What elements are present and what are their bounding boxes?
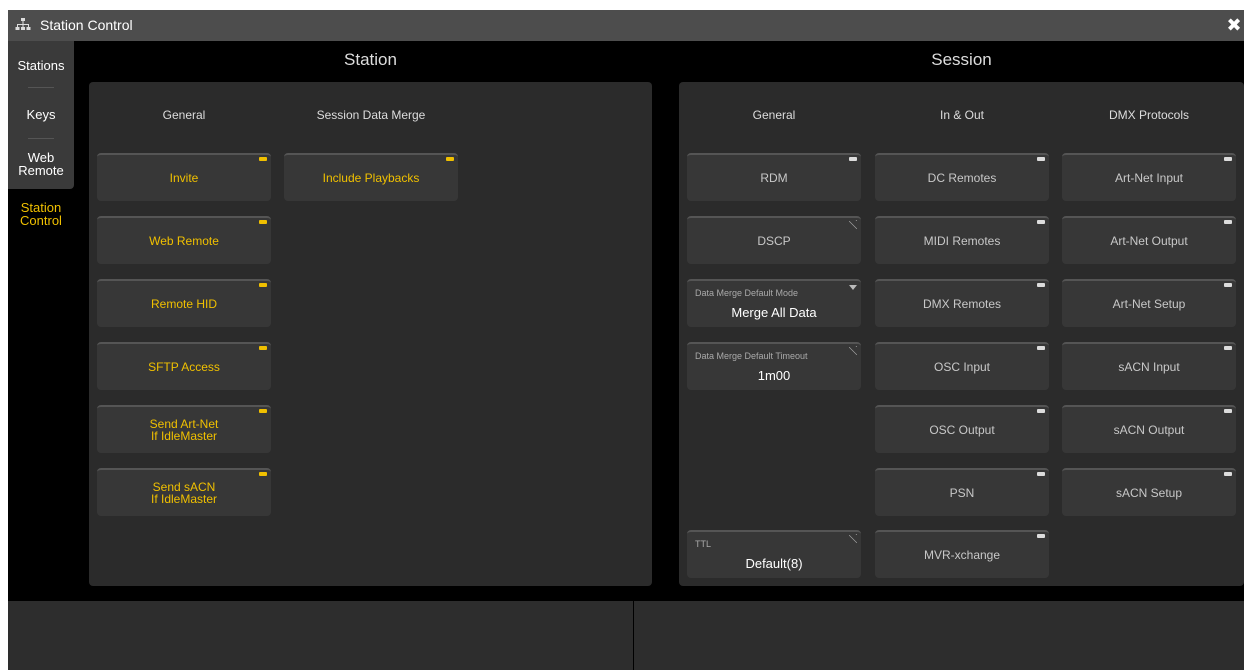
- toggle-led-icon: [1037, 220, 1045, 224]
- field-label: TTL: [695, 539, 712, 549]
- sidebar-divider: [28, 87, 54, 88]
- field-value: Default(8): [745, 556, 803, 571]
- edit-corner-icon: [849, 534, 857, 543]
- rdm-button[interactable]: RDM: [687, 153, 861, 201]
- dropdown-arrow-icon: [849, 285, 857, 290]
- toggle-led-icon: [1224, 346, 1232, 350]
- bottom-divider: [633, 601, 634, 670]
- toggle-led-icon: [259, 157, 267, 161]
- toggle-led-icon: [1037, 283, 1045, 287]
- artnet-setup-button[interactable]: Art-Net Setup: [1062, 279, 1236, 327]
- toggle-led-icon: [1224, 409, 1232, 413]
- edit-corner-icon: [849, 346, 857, 355]
- midi-remotes-button[interactable]: MIDI Remotes: [875, 216, 1049, 264]
- dc-remotes-button[interactable]: DC Remotes: [875, 153, 1049, 201]
- field-value: 1m00: [757, 368, 791, 383]
- toggle-led-icon: [1224, 157, 1232, 161]
- session-data-merge-header: Session Data Merge: [316, 108, 426, 122]
- toggle-led-icon: [259, 409, 267, 413]
- station-control-window: Station Control ✖ Stations Keys Web Remo…: [8, 10, 1244, 670]
- toggle-led-icon: [1224, 283, 1232, 287]
- artnet-input-button[interactable]: Art-Net Input: [1062, 153, 1236, 201]
- send-sacn-idlemaster-button[interactable]: Send sACN If IdleMaster: [97, 468, 271, 516]
- include-playbacks-button[interactable]: Include Playbacks: [284, 153, 458, 201]
- toggle-led-icon: [1224, 472, 1232, 476]
- sidebar: Stations Keys Web Remote Station Control: [8, 41, 74, 601]
- toggle-led-icon: [1037, 157, 1045, 161]
- toggle-led-icon: [259, 283, 267, 287]
- sidebar-item-web-remote[interactable]: Web Remote: [8, 139, 74, 189]
- close-button[interactable]: ✖: [1224, 10, 1244, 41]
- ttl-field[interactable]: TTL Default(8): [687, 530, 861, 578]
- window-title: Station Control: [40, 17, 133, 33]
- station-panel: General Session Data Merge Invite Web Re…: [89, 82, 652, 586]
- bottom-panel: [8, 601, 1244, 670]
- field-label: Data Merge Default Mode: [695, 288, 799, 298]
- in-out-header: In & Out: [939, 108, 985, 122]
- dmx-remotes-button[interactable]: DMX Remotes: [875, 279, 1049, 327]
- data-merge-default-mode-select[interactable]: Data Merge Default Mode Merge All Data: [687, 279, 861, 327]
- sidebar-item-keys[interactable]: Keys: [8, 90, 74, 139]
- artnet-output-button[interactable]: Art-Net Output: [1062, 216, 1236, 264]
- network-icon: [15, 18, 31, 30]
- session-panel: General In & Out DMX Protocols RDM DSCP …: [679, 82, 1244, 586]
- osc-output-button[interactable]: OSC Output: [875, 405, 1049, 453]
- send-artnet-idlemaster-button[interactable]: Send Art-Net If IdleMaster: [97, 405, 271, 453]
- mvr-xchange-button[interactable]: MVR-xchange: [875, 530, 1049, 578]
- osc-input-button[interactable]: OSC Input: [875, 342, 1049, 390]
- sidebar-item-stations[interactable]: Stations: [8, 41, 74, 90]
- remote-hid-button[interactable]: Remote HID: [97, 279, 271, 327]
- toggle-led-icon: [1037, 534, 1045, 538]
- toggle-led-icon: [259, 220, 267, 224]
- station-heading: Station: [344, 50, 397, 69]
- invite-button[interactable]: Invite: [97, 153, 271, 201]
- session-heading: Session: [931, 50, 992, 69]
- sftp-access-button[interactable]: SFTP Access: [97, 342, 271, 390]
- toggle-led-icon: [259, 472, 267, 476]
- sacn-output-button[interactable]: sACN Output: [1062, 405, 1236, 453]
- sidebar-item-station-control[interactable]: Station Control: [8, 199, 74, 229]
- edit-corner-icon: [849, 220, 857, 229]
- sacn-setup-button[interactable]: sACN Setup: [1062, 468, 1236, 516]
- toggle-led-icon: [1037, 409, 1045, 413]
- psn-button[interactable]: PSN: [875, 468, 1049, 516]
- toggle-led-icon: [1037, 472, 1045, 476]
- dmx-protocols-header: DMX Protocols: [1108, 108, 1190, 122]
- field-label: Data Merge Default Timeout: [695, 351, 808, 361]
- data-merge-default-timeout-field[interactable]: Data Merge Default Timeout 1m00: [687, 342, 861, 390]
- toggle-led-icon: [446, 157, 454, 161]
- dscp-button[interactable]: DSCP: [687, 216, 861, 264]
- sacn-input-button[interactable]: sACN Input: [1062, 342, 1236, 390]
- close-icon: ✖: [1226, 15, 1242, 35]
- title-bar[interactable]: Station Control ✖: [8, 10, 1244, 41]
- field-value: Merge All Data: [731, 305, 817, 320]
- toggle-led-icon: [1224, 220, 1232, 224]
- web-remote-button[interactable]: Web Remote: [97, 216, 271, 264]
- session-general-header: General: [752, 108, 796, 122]
- toggle-led-icon: [849, 157, 857, 161]
- toggle-led-icon: [1037, 346, 1045, 350]
- toggle-led-icon: [259, 346, 267, 350]
- station-general-header: General: [162, 108, 206, 122]
